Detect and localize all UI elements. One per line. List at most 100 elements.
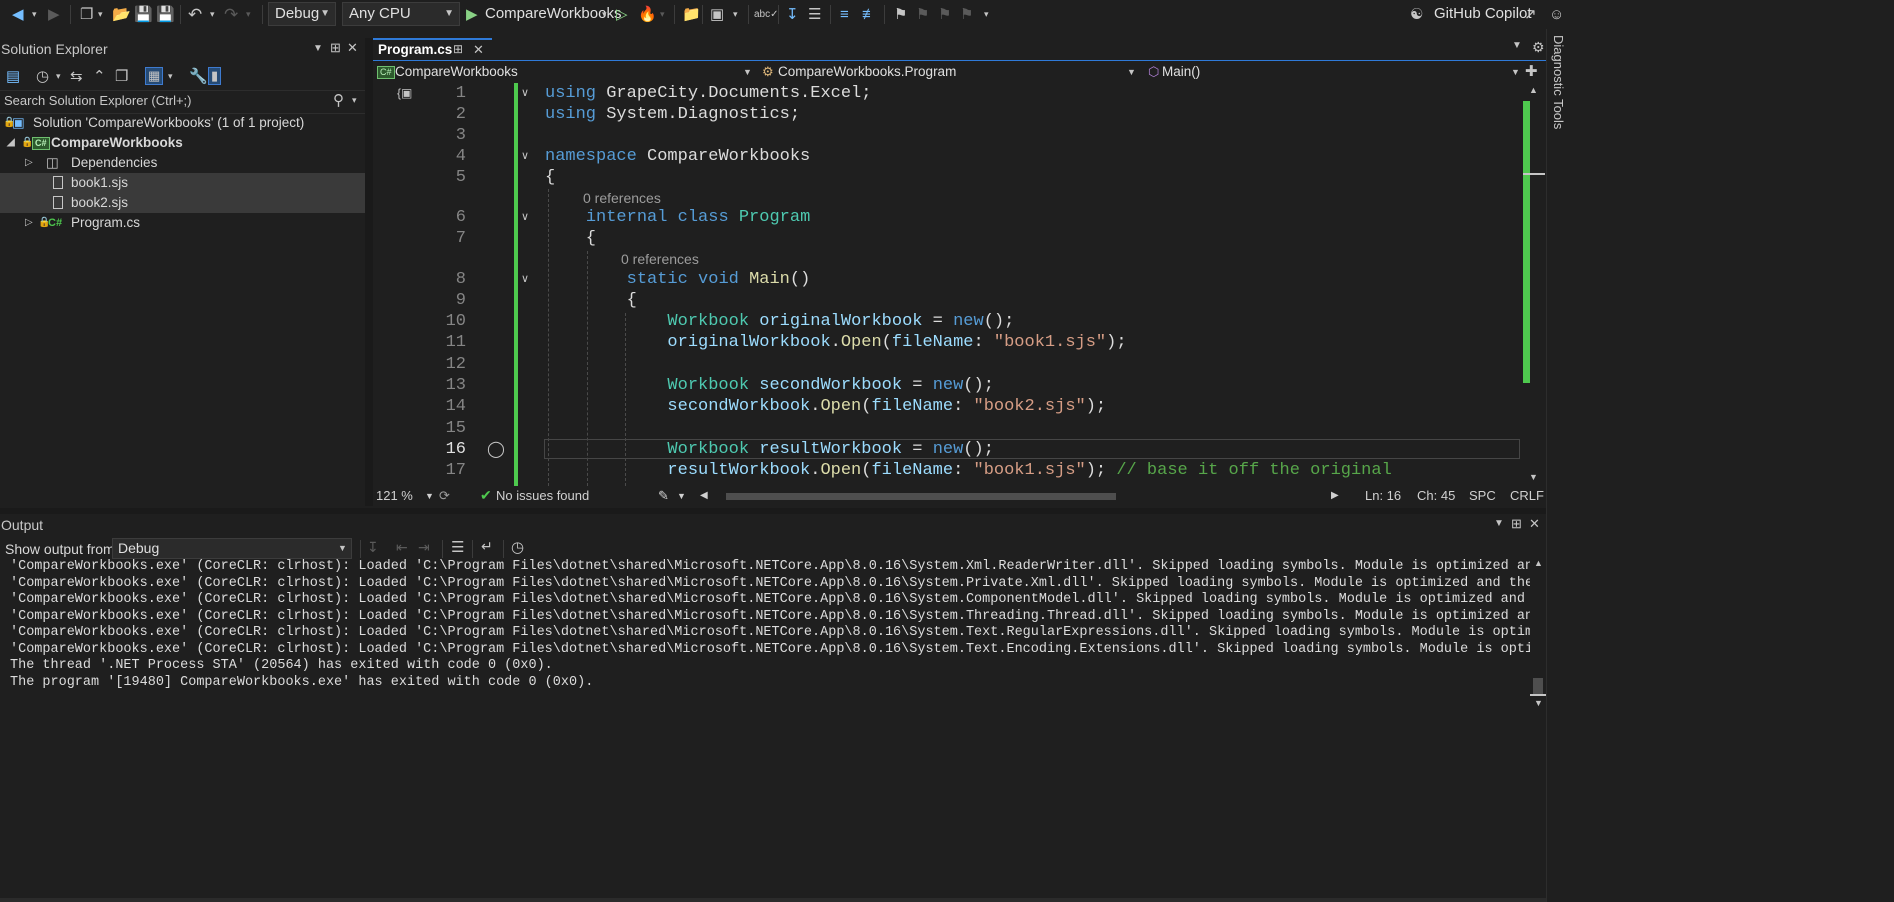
start-debug-icon[interactable]: ▶ [466,4,478,25]
tree-item-dependencies[interactable]: ▷ ◫ Dependencies [0,153,365,173]
split-editor-icon[interactable]: ✚ [1525,62,1538,80]
column-status[interactable]: Ch: 45 [1417,488,1455,503]
close-icon[interactable]: ✕ [1529,516,1540,532]
forward-icon[interactable]: ▶ [48,4,60,25]
codelens-references[interactable]: 0 references [621,250,699,268]
prev-bookmark-icon[interactable]: ⚑ [916,4,929,25]
codelens-references[interactable]: 0 references [583,189,661,207]
type-dropdown[interactable]: ⚙ CompareWorkbooks.Program ▼ [759,61,1139,83]
layout-icon[interactable]: ▣ [710,4,724,25]
tab-program-cs[interactable]: Program.cs ⊞ ✕ [373,38,492,60]
solution-explorer-search[interactable]: Search Solution Explorer (Ctrl+;) ⚲ ▾ [0,90,365,114]
tree-item-solution[interactable]: 🔒 ▣ Solution 'CompareWorkbooks' (1 of 1 … [0,113,365,133]
output-text[interactable]: 'CompareWorkbooks.exe' (CoreCLR: clrhost… [0,558,1530,888]
expanded-arrow-icon[interactable]: ◢ [7,133,15,153]
save-icon[interactable]: 💾 [134,4,153,25]
collapsed-arrow-icon[interactable]: ▷ [25,153,33,173]
bookmark-icon[interactable]: ⚑ [894,4,907,25]
zoom-dropdown-icon[interactable]: ▼ [425,491,434,501]
output-horizontal-scrollbar[interactable] [0,898,1546,902]
whitespace-status[interactable]: SPC [1469,488,1496,503]
output-source-dropdown[interactable]: Debug ▼ [112,538,352,559]
collapse-icon[interactable]: ∨ [521,269,529,290]
collapse-icon[interactable]: ∨ [521,83,529,104]
new-project-icon[interactable]: ❐ [80,4,93,25]
zoom-level[interactable]: 121 % [376,488,413,503]
account-icon[interactable]: ☺ [1549,4,1564,25]
collapse-all-icon[interactable]: ⌃ [93,67,106,85]
collapsed-arrow-icon[interactable]: ▷ [25,213,33,233]
scroll-up-icon[interactable]: ▲ [1534,558,1543,568]
platform-dropdown[interactable]: Any CPU ▼ [342,2,460,26]
spellcheck-icon[interactable]: abc✓ [754,4,779,25]
start-without-debug-icon[interactable]: ▷ [616,4,628,25]
hot-reload-dropdown-icon[interactable]: ▾ [660,4,665,25]
clear-all-icon[interactable]: ☰ [451,538,464,556]
configuration-dropdown[interactable]: Debug ▼ [268,2,336,26]
line-ending-status[interactable]: CRLF [1510,488,1544,503]
tree-item-file[interactable]: book1.sjs [0,173,365,193]
new-dropdown-icon[interactable]: ▾ [98,4,103,25]
prev-message-icon[interactable]: ⇤ [396,539,408,556]
undo-icon[interactable]: ↶ [188,4,202,25]
panel-options-icon[interactable]: ▼ [313,43,323,54]
filter-dropdown-icon[interactable]: ▾ [168,71,173,82]
scroll-down-icon[interactable]: ▼ [1534,698,1543,708]
scroll-down-icon[interactable]: ▼ [1529,472,1538,482]
search-icon[interactable]: ⚲ [333,91,344,109]
collapse-icon[interactable]: ∨ [521,207,529,228]
show-all-files-icon[interactable]: ❐ [115,67,128,85]
close-tab-icon[interactable]: ✕ [473,42,484,58]
code-editor[interactable]: {▣ ◯ 1 ∨ using GrapeCity.Documents.Excel; … [373,83,1521,486]
clock-icon[interactable]: ◷ [511,538,524,556]
find-message-icon[interactable]: ↧ [367,539,379,556]
save-all-icon[interactable]: 💾 [156,4,175,25]
locals-icon[interactable]: ☰ [808,4,821,25]
switch-views-icon[interactable]: ▤ [6,67,20,85]
line-number-status[interactable]: Ln: 16 [1365,488,1401,503]
share-icon[interactable]: ↗ [1524,4,1537,25]
close-icon[interactable]: ✕ [347,40,358,56]
search-options-icon[interactable]: ▾ [352,95,357,106]
editor-vertical-scrollbar[interactable]: ▲ ▼ [1521,83,1546,486]
pin-tab-icon[interactable]: ⊞ [453,42,463,56]
member-dropdown[interactable]: ⬡ Main() ▼ [1145,61,1520,83]
scroll-left-icon[interactable]: ◀ [700,490,708,501]
scroll-up-icon[interactable]: ▲ [1529,85,1538,95]
pending-dropdown-icon[interactable]: ▾ [56,71,61,82]
run-dropdown-icon[interactable]: ▾ [602,4,607,25]
word-wrap-icon[interactable]: ↵ [481,538,493,555]
output-vertical-scrollbar[interactable]: ▲ ▼ [1530,558,1546,898]
splitter[interactable] [365,38,373,506]
copilot-label[interactable]: GitHub Copilot [1434,4,1532,24]
brush-dropdown-icon[interactable]: ▼ [677,491,686,501]
horizontal-scroll-thumb[interactable] [726,493,1116,500]
toolbar-overflow-icon[interactable]: ▾ [984,4,989,25]
hot-reload-icon[interactable]: 🔥 [638,4,657,25]
clear-bookmarks-icon[interactable]: ⚑ [960,4,973,25]
step-icon[interactable]: ↧ [786,4,799,25]
pin-icon[interactable]: ⊞ [1511,516,1522,532]
pending-changes-icon[interactable]: ◷ [36,67,49,85]
scroll-right-icon[interactable]: ▶ [1331,490,1339,501]
redo-dropdown-icon[interactable]: ▾ [246,4,251,25]
undo-dropdown-icon[interactable]: ▾ [210,4,215,25]
sync-icon[interactable]: ⇆ [70,67,83,85]
open-folder-icon[interactable]: 📂 [112,4,131,25]
back-icon[interactable]: ◀ [12,4,24,25]
pin-icon[interactable]: ⊞ [330,40,341,56]
copilot-icon[interactable]: ☯ [1410,4,1423,25]
comment-icon[interactable]: ≡ [840,4,849,25]
tree-item-program-cs[interactable]: ▷ 🔒 C# Program.cs [0,213,365,233]
git-icon[interactable]: ⟳ [439,488,450,504]
layout-dropdown-icon[interactable]: ▾ [733,4,738,25]
collapse-icon[interactable]: ∨ [521,146,529,167]
uncomment-icon[interactable]: ≢ [862,4,877,25]
tree-item-file[interactable]: book2.sjs [0,193,365,213]
project-dropdown[interactable]: C# CompareWorkbooks ▼ [373,61,755,83]
panel-options-icon[interactable]: ▼ [1494,518,1504,529]
properties-icon[interactable]: 🔧 [189,67,208,85]
redo-icon[interactable]: ↷ [224,4,238,25]
brush-icon[interactable]: ✎ [658,488,669,504]
filter-icon[interactable]: ▦ [145,67,164,85]
